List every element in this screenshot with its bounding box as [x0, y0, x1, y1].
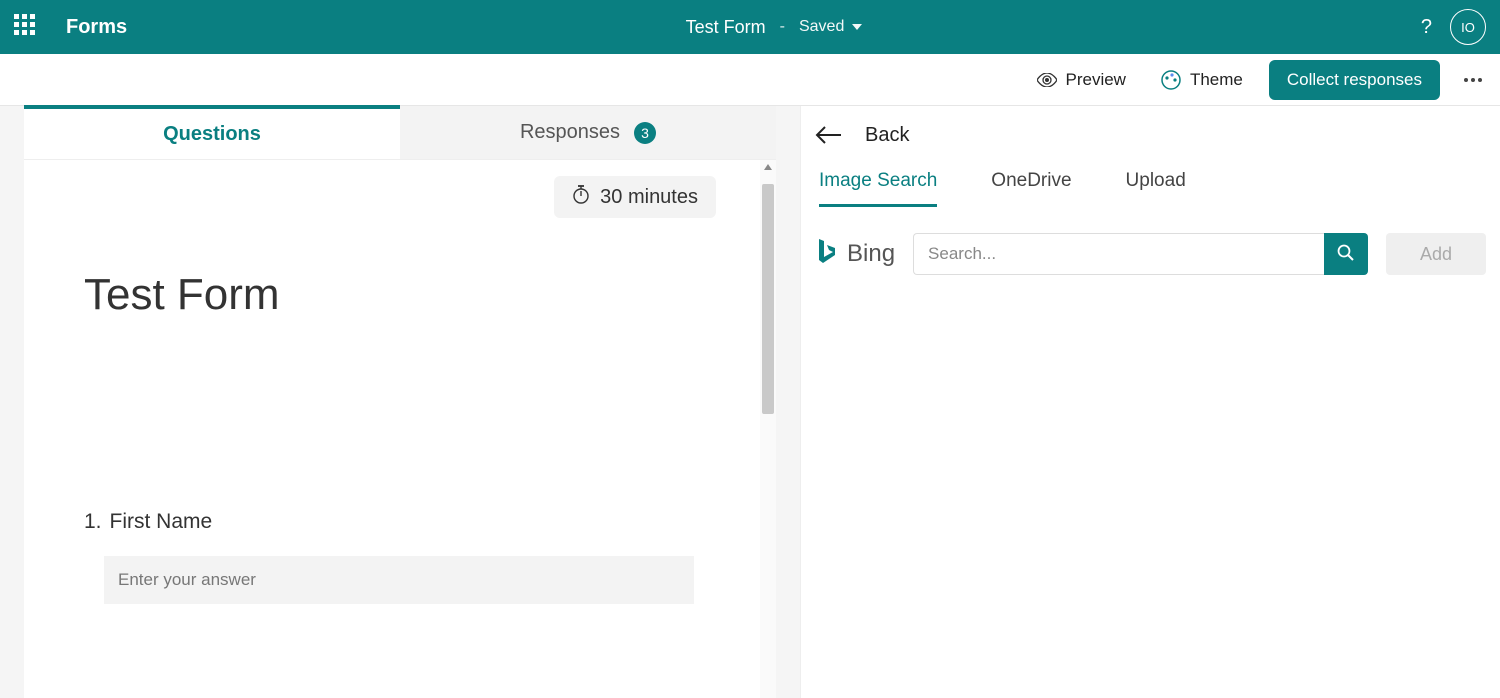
header-center: Test Form - Saved: [127, 17, 1421, 38]
tab-image-search[interactable]: Image Search: [819, 170, 937, 207]
question-1-label-row: 1. First Name: [84, 510, 716, 534]
form-column: Questions Responses 3 30 minutes Test Fo…: [0, 106, 800, 698]
app-brand[interactable]: Forms: [66, 16, 127, 39]
app-header: Forms Test Form - Saved ? IO: [0, 0, 1500, 54]
eye-icon: [1037, 73, 1057, 87]
theme-label: Theme: [1190, 70, 1243, 90]
tab-questions-label: Questions: [163, 123, 261, 146]
search-icon: [1337, 244, 1355, 265]
search-row: Bing Add: [815, 233, 1486, 275]
tab-responses-label: Responses: [520, 121, 620, 144]
save-status-label: Saved: [799, 18, 844, 36]
tab-responses[interactable]: Responses 3: [400, 106, 776, 159]
question-1-input[interactable]: [104, 556, 694, 604]
more-actions-button[interactable]: [1458, 72, 1488, 88]
app-launcher-icon[interactable]: [14, 14, 40, 40]
avatar-initials: IO: [1461, 20, 1475, 35]
save-status[interactable]: Saved: [799, 18, 862, 36]
theme-button[interactable]: Theme: [1152, 63, 1251, 97]
search-submit-button[interactable]: [1324, 233, 1368, 275]
question-1-label: First Name: [110, 510, 213, 534]
scroll-thumb[interactable]: [762, 184, 774, 414]
user-avatar[interactable]: IO: [1450, 9, 1486, 45]
stopwatch-icon: [572, 184, 590, 210]
chevron-down-icon: [852, 24, 862, 30]
back-label: Back: [865, 124, 909, 147]
form-tabs: Questions Responses 3: [24, 106, 776, 160]
preview-label: Preview: [1065, 70, 1125, 90]
bing-label: Bing: [847, 240, 895, 268]
preview-button[interactable]: Preview: [1029, 64, 1133, 96]
main-area: Questions Responses 3 30 minutes Test Fo…: [0, 106, 1500, 698]
question-1: 1. First Name: [84, 510, 716, 604]
image-search-panel: Back Image Search OneDrive Upload Bing: [800, 106, 1500, 698]
question-1-number: 1.: [84, 510, 102, 534]
bing-brand: Bing: [815, 237, 895, 272]
scrollbar[interactable]: [760, 160, 776, 698]
search-wrap: [913, 233, 1368, 275]
form-body: 30 minutes Test Form 1. First Name: [24, 160, 776, 698]
tab-onedrive[interactable]: OneDrive: [991, 170, 1071, 207]
bing-icon: [815, 237, 837, 272]
image-search-input[interactable]: [913, 233, 1324, 275]
header-right: ? IO: [1421, 9, 1486, 45]
arrow-left-icon: [815, 125, 843, 145]
document-title[interactable]: Test Form: [686, 17, 766, 38]
palette-icon: [1160, 69, 1182, 91]
form-title[interactable]: Test Form: [84, 270, 716, 320]
source-tabs: Image Search OneDrive Upload: [815, 164, 1486, 207]
back-button[interactable]: Back: [815, 106, 1486, 164]
title-separator: -: [780, 18, 785, 36]
add-image-button[interactable]: Add: [1386, 233, 1486, 275]
form-panel: Questions Responses 3 30 minutes Test Fo…: [24, 106, 776, 698]
collect-responses-button[interactable]: Collect responses: [1269, 60, 1440, 100]
help-icon[interactable]: ?: [1421, 16, 1432, 39]
timer-text: 30 minutes: [600, 186, 698, 209]
timer-chip[interactable]: 30 minutes: [554, 176, 716, 218]
tab-upload[interactable]: Upload: [1126, 170, 1186, 207]
tab-questions[interactable]: Questions: [24, 105, 400, 159]
action-toolbar: Preview Theme Collect responses: [0, 54, 1500, 106]
responses-count-badge: 3: [634, 122, 656, 144]
scroll-up-icon: [764, 164, 772, 170]
